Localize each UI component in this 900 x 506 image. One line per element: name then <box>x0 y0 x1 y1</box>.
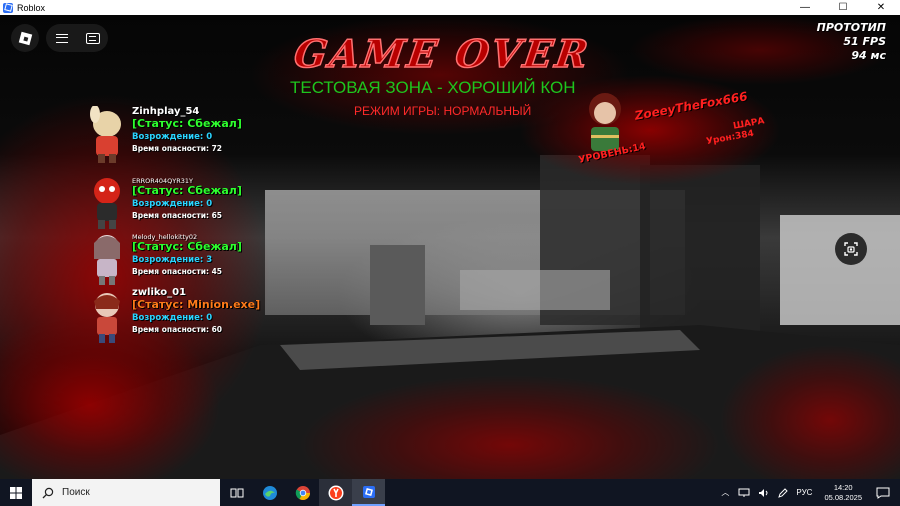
screen: Roblox — ☐ ✕ ПРОТОТИП 51 FPS 94 мс GAME … <box>0 0 900 506</box>
player-status: [Статус: Сбежал] <box>132 117 242 130</box>
player-danger-time: Время опасности: 60 <box>132 325 222 334</box>
network-icon[interactable] <box>738 488 750 498</box>
player-name: Zinhplay_54 <box>132 106 200 117</box>
windows-logo-icon <box>10 486 22 499</box>
player-entry: zwliko_01 [Статус: Minion.exe] Возрожден… <box>82 287 272 345</box>
edge-icon <box>262 485 277 500</box>
taskbar-search-box[interactable]: Поиск <box>32 479 220 506</box>
windows-taskbar: Поиск ︿ РУС 14:20 05.08.2025 <box>0 479 900 506</box>
player-status: [Статус: Minion.exe] <box>132 298 261 311</box>
pen-icon[interactable] <box>778 487 789 498</box>
player-name: zwliko_01 <box>132 287 187 298</box>
taskbar-clock[interactable]: 14:20 05.08.2025 <box>824 483 862 503</box>
notification-icon[interactable] <box>876 487 890 499</box>
prototype-label: ПРОТОТИП <box>816 21 886 34</box>
roblox-logo-icon <box>18 31 32 45</box>
ping-readout: 94 мс <box>851 49 886 62</box>
player-avatar <box>94 178 120 229</box>
system-tray: ︿ РУС 14:20 05.08.2025 <box>716 479 900 506</box>
roblox-app-icon <box>3 2 13 13</box>
player-avatar <box>90 106 121 163</box>
game-viewport[interactable]: ПРОТОТИП 51 FPS 94 мс GAME OVER ТЕСТОВАЯ… <box>0 15 900 479</box>
player-revive: Возрождение: 0 <box>132 199 213 209</box>
taskbar-edge[interactable] <box>253 479 286 506</box>
search-placeholder: Поиск <box>62 487 90 498</box>
player-avatar <box>94 293 120 343</box>
volume-icon[interactable] <box>758 488 770 498</box>
roblox-menu-button[interactable] <box>11 24 39 52</box>
minimize-button[interactable]: — <box>786 0 824 15</box>
player-danger-time: Время опасности: 72 <box>132 144 222 153</box>
chat-button[interactable] <box>77 32 108 44</box>
screenshot-capture-button[interactable] <box>835 233 867 265</box>
search-icon <box>42 487 54 498</box>
close-button[interactable]: ✕ <box>862 0 900 15</box>
game-mode-label: РЕЖИМ ИГРЫ: НОРМАЛЬНЫЙ <box>354 104 532 118</box>
player-status: [Статус: Сбежал] <box>132 184 242 197</box>
player-revive: Возрождение: 0 <box>132 132 213 142</box>
clock-date: 05.08.2025 <box>824 492 862 502</box>
yandex-browser-icon <box>328 485 343 500</box>
window-titlebar[interactable]: Roblox — ☐ ✕ <box>0 0 900 15</box>
game-over-title: GAME OVER <box>291 30 594 77</box>
roblox-icon <box>362 485 375 498</box>
taskbar-roblox[interactable] <box>352 479 385 506</box>
player-danger-time: Время опасности: 45 <box>132 267 222 276</box>
task-view-icon <box>230 488 243 497</box>
taskbar-chrome[interactable] <box>286 479 319 506</box>
player-status: [Статус: Сбежал] <box>132 240 242 253</box>
player-revive: Возрождение: 0 <box>132 313 213 323</box>
player-avatar <box>94 235 120 285</box>
taskbar-yandex[interactable] <box>319 479 352 506</box>
player-entry: ERROR404QYR31Y [Статус: Сбежал] Возрожде… <box>82 173 272 231</box>
chat-icon <box>85 32 100 44</box>
hamburger-button[interactable] <box>46 33 77 43</box>
camera-capture-icon <box>844 242 858 256</box>
window-title: Roblox <box>17 2 46 13</box>
hamburger-icon <box>55 33 68 43</box>
start-button[interactable] <box>0 479 32 506</box>
window-controls: — ☐ ✕ <box>786 0 900 15</box>
task-view-button[interactable] <box>220 479 253 506</box>
zone-label: ТЕСТОВАЯ ЗОНА - ХОРОШИЙ КОН <box>290 78 576 97</box>
prototype-stats: ПРОТОТИП 51 FPS 94 мс <box>817 21 886 63</box>
maximize-button[interactable]: ☐ <box>824 0 862 15</box>
hamburger-chat-group <box>46 24 108 52</box>
chrome-icon <box>295 485 310 500</box>
player-entry: Zinhplay_54 [Статус: Сбежал] Возрождение… <box>82 106 272 164</box>
player-revive: Возрождение: 3 <box>132 255 213 265</box>
player-entry: Melody_hellokitty02 [Статус: Сбежал] Воз… <box>82 229 272 287</box>
fps-readout: 51 FPS <box>843 35 886 48</box>
language-indicator[interactable]: РУС <box>796 488 812 497</box>
clock-time: 14:20 <box>833 482 853 492</box>
tray-overflow-chevron-icon[interactable]: ︿ <box>721 487 729 498</box>
player-danger-time: Время опасности: 65 <box>132 211 222 220</box>
